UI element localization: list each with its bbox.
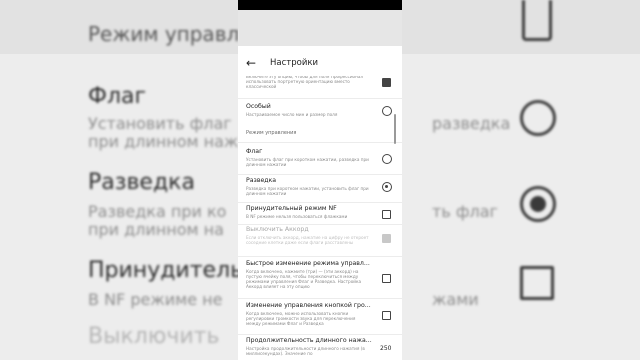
portrait-checkbox[interactable] [382,78,391,87]
setting-custom-sub: Настраиваемое число мин и размер поля [246,112,338,117]
back-button[interactable]: ← [238,50,264,76]
quick-switch-checkbox[interactable] [382,274,391,283]
scrollbar[interactable] [394,114,396,144]
setting-disable-chord: Выключить Аккорд Если отключить аккорд, … [238,226,402,256]
bg-right-forced-sub: жами [432,290,479,309]
arrow-left-icon: ← [245,56,257,70]
status-bar-background [238,10,402,46]
setting-volume-keys[interactable]: Изменение управления кнопкой гро... Когд… [238,300,402,334]
bg-flag-sub-2: при длинном наж [88,132,238,151]
forced-nf-checkbox[interactable] [382,210,391,219]
setting-quick-switch-sub: Когда включено, нажмите (три) — (эти акк… [246,269,362,289]
bg-forced-sub: В NF режиме не [88,290,223,309]
setting-recon[interactable]: Разведка Разведка при коротком нажатии, … [238,176,402,204]
setting-flag-title: Флаг [246,148,263,155]
chord-checkbox [382,234,391,243]
background-left-panel: Режим управле Флаг Установить флаг при д… [0,0,238,360]
bg-radio-recon [520,186,556,222]
setting-long-press-title: Продолжительность длинного нажа... [246,337,372,344]
section-header-control-mode: Режим управления [246,130,297,136]
app-bar: ← Настройки [238,50,402,76]
long-press-value: 250 [380,345,392,352]
setting-flag-sub: Установить флаг при коротком нажатии, ра… [246,157,369,167]
setting-chord-sub: Если отключить аккорд, нажатие на цифру … [246,235,369,245]
setting-volume-keys-sub: Когда включено, можно использовать кнопк… [246,311,356,326]
volume-keys-checkbox[interactable] [382,311,391,320]
status-bar [238,0,402,10]
page-title: Настройки [270,58,319,68]
settings-list[interactable]: Включите эту опцию, чтобы для поля Профе… [238,76,402,360]
bg-checkbox-forced [520,266,554,300]
setting-portrait-sub: Включите эту опцию, чтобы для поля Профе… [246,76,364,89]
setting-chord-title: Выключить Аккорд [246,226,309,233]
setting-portrait-partial[interactable]: Включите эту опцию, чтобы для поля Профе… [238,76,402,94]
bg-recon-sub-1: Разведка при ко [88,202,227,221]
bg-flag-title: Флаг [88,84,147,109]
setting-custom-title: Особый [246,103,271,110]
setting-volume-keys-title: Изменение управления кнопкой гро... [246,302,371,309]
custom-radio[interactable] [382,106,392,116]
setting-recon-title: Разведка [246,177,277,184]
setting-recon-sub: Разведка при коротком нажатии, установит… [246,186,369,196]
bg-forced-title: Принудительн [88,258,238,283]
bg-right-recon-sub: ть флаг [432,202,498,221]
bg-chord-title: Выключить [88,324,220,349]
setting-long-press-sub: Настройка продолжительности длинного наж… [246,346,365,356]
phone-screen: ← Настройки Включите эту опцию, чтобы дл… [238,0,402,360]
recon-radio[interactable] [382,182,392,192]
setting-flag[interactable]: Флаг Установить флаг при коротком нажати… [238,146,402,174]
bg-flag-sub-1: Установить флаг [88,114,232,133]
bg-section-header: Режим управле [88,22,238,46]
bg-checkbox-top [522,0,552,41]
setting-custom[interactable]: Особый Настраиваемое число мин и размер … [238,100,402,122]
setting-quick-switch[interactable]: Быстрое изменение режима управл... Когда… [238,258,402,298]
bg-recon-title: Разведка [88,170,195,195]
flag-radio[interactable] [382,154,392,164]
bg-radio-flag [520,100,556,136]
setting-forced-nf[interactable]: Принудительный режим NF В NF режиме нель… [238,204,402,226]
bg-right-flag-sub: разведка [432,114,511,133]
setting-long-press[interactable]: Продолжительность длинного нажа... Настр… [238,336,402,360]
bg-recon-sub-2: при длинном на [88,220,224,239]
background-right-panel: разведка ть флаг жами [402,0,640,360]
setting-forced-nf-title: Принудительный режим NF [246,205,337,212]
setting-forced-nf-sub: В NF режиме нельзя пользоваться флажками [246,214,348,219]
setting-quick-switch-title: Быстрое изменение режима управл... [246,260,370,267]
